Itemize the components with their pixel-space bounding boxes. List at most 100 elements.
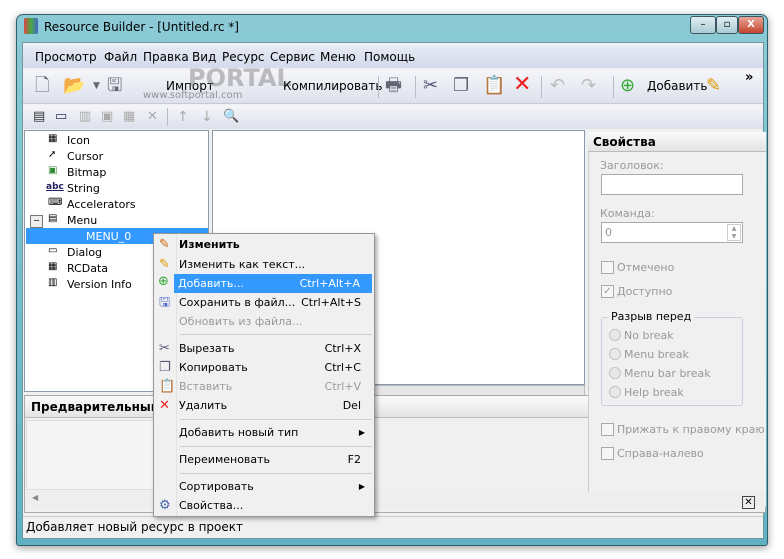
delete-icon[interactable]: ✕ bbox=[513, 73, 531, 97]
separator-icon[interactable]: ▭ bbox=[55, 105, 67, 129]
watermark-url: www.softportal.com bbox=[143, 90, 243, 101]
menu-help[interactable]: Помощь bbox=[364, 50, 415, 64]
enabled-checkbox[interactable]: ✓ bbox=[601, 285, 614, 298]
menu-menu[interactable]: Меню bbox=[320, 50, 356, 64]
print-icon[interactable]: 🖶 bbox=[385, 74, 402, 98]
tree-item-cursor[interactable]: Cursor bbox=[67, 150, 103, 163]
tree-item-menu[interactable]: Menu bbox=[67, 214, 97, 227]
open-folder-icon[interactable]: 📂 bbox=[63, 74, 85, 98]
menu-view2[interactable]: Вид bbox=[192, 50, 216, 64]
menu-file[interactable]: Файл bbox=[104, 50, 137, 64]
edit-icon[interactable]: ✎ bbox=[706, 74, 721, 98]
edit-icon: ✎ bbox=[159, 237, 170, 252]
preview-scrollbar[interactable]: ◀ bbox=[26, 490, 766, 507]
tree-item-version[interactable]: Version Info bbox=[67, 278, 132, 291]
cut-icon[interactable]: ✂ bbox=[423, 74, 438, 98]
ctx-save[interactable]: 🖫 Сохранить в файл... Ctrl+Alt+S bbox=[155, 293, 373, 312]
ctx-properties[interactable]: ⚙ Свойства... bbox=[155, 496, 373, 515]
dialog-icon: ▭ bbox=[48, 245, 58, 256]
help-break-radio[interactable] bbox=[609, 386, 621, 398]
menu-bar-break-label: Menu bar break bbox=[624, 367, 711, 380]
menu-res-icon: ▤ bbox=[48, 213, 58, 224]
menu-break-radio[interactable] bbox=[609, 348, 621, 360]
copy-icon: ❐ bbox=[159, 360, 171, 375]
submenu-arrow-icon: ▶ bbox=[358, 428, 365, 437]
paste-icon: 📋 bbox=[159, 379, 176, 394]
window-title: Resource Builder - [Untitled.rc *] bbox=[44, 20, 239, 34]
accelerators-icon: ⌨ bbox=[48, 197, 63, 208]
checked-checkbox[interactable] bbox=[601, 261, 614, 274]
submenu-arrow-icon: ▶ bbox=[358, 482, 365, 491]
insert-after-icon[interactable]: ▦ bbox=[123, 105, 135, 129]
no-break-radio[interactable] bbox=[609, 329, 621, 341]
tree-item-string[interactable]: String bbox=[67, 182, 100, 195]
insert-icon[interactable]: ▣ bbox=[101, 105, 113, 129]
collapse-icon[interactable]: − bbox=[30, 215, 43, 228]
ctx-rename[interactable]: Переименовать F2 bbox=[155, 450, 373, 469]
save-icon[interactable]: 🖫 bbox=[107, 74, 122, 98]
close-button[interactable]: X bbox=[738, 16, 764, 34]
maximize-button[interactable]: ▫ bbox=[716, 16, 738, 34]
checked-label: Отмечено bbox=[617, 261, 675, 274]
bitmap-icon: ▣ bbox=[48, 165, 58, 176]
right-justify-label: Прижать к правому краю bbox=[617, 423, 765, 436]
command-input[interactable]: 0 bbox=[601, 222, 743, 243]
caption-label: Заголовок: bbox=[600, 159, 664, 172]
menu-edit[interactable]: Правка bbox=[143, 50, 189, 64]
rtl-checkbox[interactable] bbox=[601, 447, 614, 460]
add-icon: ⊕ bbox=[158, 274, 169, 289]
submenu-icon[interactable]: ▥ bbox=[79, 105, 91, 129]
new-file-icon[interactable]: 🗋 bbox=[35, 74, 49, 98]
tree-item-bitmap[interactable]: Bitmap bbox=[67, 166, 106, 179]
app-icon bbox=[24, 18, 38, 34]
command-spinner[interactable]: ▲ ▼ bbox=[727, 224, 741, 241]
status-text: Добавляет новый ресурс в проект bbox=[26, 520, 244, 534]
ctx-paste[interactable]: 📋 Вставить Ctrl+V bbox=[155, 377, 373, 396]
undo-icon[interactable]: ↶ bbox=[550, 74, 565, 98]
add-resource-icon[interactable]: ⊕ bbox=[620, 74, 635, 98]
paste-icon[interactable]: 📋 bbox=[483, 74, 505, 98]
move-down-icon[interactable]: ↓ bbox=[201, 105, 213, 129]
properties-title: Свойства bbox=[593, 135, 656, 149]
menu-view[interactable]: Просмотр bbox=[35, 50, 97, 64]
tree-item-accelerators[interactable]: Accelerators bbox=[67, 198, 136, 211]
menu-resource[interactable]: Ресурс bbox=[222, 50, 265, 64]
minimize-button[interactable]: – bbox=[690, 16, 716, 34]
cut-icon: ✂ bbox=[159, 341, 170, 356]
watermark-logo: PORTAL bbox=[188, 64, 292, 92]
ctx-add-type[interactable]: Добавить новый тип ▶ bbox=[155, 423, 373, 442]
menu-item-icon[interactable]: ▤ bbox=[33, 105, 45, 129]
menu-service[interactable]: Сервис bbox=[270, 50, 315, 64]
ctx-delete[interactable]: ✕ Удалить Del bbox=[155, 396, 373, 415]
ctx-edit[interactable]: ✎ Изменить bbox=[155, 235, 373, 254]
caption-input[interactable] bbox=[601, 174, 743, 195]
copy-icon[interactable]: ❐ bbox=[453, 74, 469, 98]
icon-res-icon: ▦ bbox=[48, 133, 58, 144]
tree-item-menu0[interactable]: MENU_0 bbox=[86, 230, 131, 243]
ctx-cut[interactable]: ✂ Вырезать Ctrl+X bbox=[155, 339, 373, 358]
test-menu-icon[interactable]: 🔍 bbox=[223, 105, 239, 129]
dropdown-arrow-icon[interactable]: ▼ bbox=[93, 74, 100, 98]
add-button[interactable]: Добавить bbox=[647, 79, 707, 93]
ctx-sort[interactable]: Сортировать ▶ bbox=[155, 477, 373, 496]
compile-button[interactable]: Компилировать bbox=[283, 79, 382, 93]
main-toolbar: 🗋 📂 ▼ 🖫 Импорт PORTAL www.softportal.com… bbox=[23, 64, 763, 104]
ctx-add[interactable]: Добавить... Ctrl+Alt+A bbox=[174, 274, 372, 293]
rcdata-icon: ▦ bbox=[48, 261, 58, 272]
ctx-copy[interactable]: ❐ Копировать Ctrl+C bbox=[155, 358, 373, 377]
ctx-update[interactable]: Обновить из файла... bbox=[155, 312, 373, 331]
ctx-edit-text[interactable]: ✎ Изменить как текст... bbox=[155, 255, 373, 274]
rtl-label: Справа-налево bbox=[617, 447, 704, 460]
tree-item-dialog[interactable]: Dialog bbox=[67, 246, 102, 259]
menu-bar-break-radio[interactable] bbox=[609, 367, 621, 379]
menu-bar: Просмотр Файл Правка Вид Ресурс Сервис М… bbox=[23, 46, 763, 68]
tree-item-icon[interactable]: Icon bbox=[67, 134, 90, 147]
redo-icon[interactable]: ↷ bbox=[581, 74, 596, 98]
remove-icon[interactable]: ✕ bbox=[147, 105, 158, 129]
close-preview-icon[interactable]: ✕ bbox=[742, 496, 755, 509]
right-justify-checkbox[interactable] bbox=[601, 423, 614, 436]
tree-item-rcdata[interactable]: RCData bbox=[67, 262, 108, 275]
break-group-title: Разрыв перед bbox=[608, 310, 695, 323]
toolbar-overflow[interactable]: » bbox=[745, 70, 753, 85]
move-up-icon[interactable]: ↑ bbox=[177, 105, 189, 129]
